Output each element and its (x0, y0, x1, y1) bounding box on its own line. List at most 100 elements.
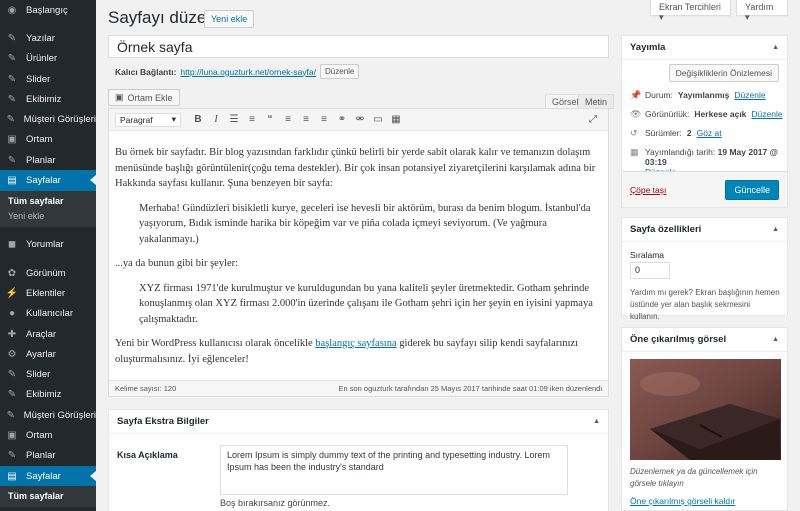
menu-pages-2[interactable]: ▤ Sayfalar (0, 465, 96, 487)
menu-plans-2[interactable]: ✎ Planlar (0, 446, 96, 466)
menu-dashboard[interactable]: ◉ Başlangıç (0, 0, 96, 20)
menu-label: Ortam (26, 429, 53, 441)
move-to-trash-link[interactable]: Çöpe taşı (630, 185, 666, 195)
tab-text[interactable]: Metin (578, 94, 615, 109)
short-desc-textarea[interactable]: Lorem Ipsum is simply dummy text of the … (220, 445, 568, 495)
box-header[interactable]: Sayfa Ekstra Bilgiler ▲ (109, 410, 608, 434)
menu-plugins[interactable]: ⚡ Eklentiler (0, 283, 96, 303)
menu-label: Ayarlar (26, 348, 56, 360)
menu-settings[interactable]: ⚙ Ayarlar (0, 344, 96, 364)
preview-changes-button[interactable]: Değişikliklerin Önizlemesi (668, 64, 779, 82)
pin-icon: ✎ (7, 32, 17, 44)
permalink-label: Kalıcı Bağlantı: (115, 66, 177, 77)
format-select[interactable]: Paragraf ▾ (115, 112, 181, 127)
status-edit-link[interactable]: Düzenle (734, 90, 765, 100)
pages-icon: ▤ (7, 175, 17, 187)
menu-slider-2[interactable]: ✎ Slider (0, 364, 96, 384)
history-icon: ↺ (630, 128, 638, 138)
collapse-icon[interactable]: ▲ (772, 336, 779, 343)
remove-featured-image-link[interactable]: Öne çıkarılmış görseli kaldır (630, 496, 735, 506)
content-blockquote: XYZ firması 1971'de kurulmuştur ve kurul… (139, 282, 593, 325)
content-paragraph: ...ya da bunun gibi bir şeyler: (115, 258, 239, 269)
plugins-icon: ⚡ (5, 287, 19, 299)
add-media-button[interactable]: ▣ Ortam Ekle (108, 89, 180, 106)
submenu-all-pages[interactable]: Tüm sayfalar (0, 194, 96, 209)
chevron-down-icon: ▾ (171, 114, 176, 124)
menu-users[interactable]: ● Kullanıcılar (0, 304, 96, 324)
menu-media[interactable]: ▣ Ortam (0, 130, 96, 150)
menu-pages[interactable]: ▤ Sayfalar (0, 170, 96, 191)
editor-status-bar: Kelime sayısı: 120 En son oguzturk taraf… (109, 380, 608, 396)
dashboard-link[interactable]: başlangıç sayfasına (315, 338, 396, 349)
date-text: Yayımlandığı tarih: 19 May 2017 @ 03:19 (645, 147, 787, 167)
blockquote-icon[interactable]: “ (261, 114, 279, 125)
permalink-link[interactable]: http://luna.oguzturk.net/ornek-sayfa/ (180, 67, 316, 77)
tools-icon: ✚ (7, 328, 17, 340)
content-paragraph: Yeni bir WordPress kullanıcısı olarak ön… (115, 336, 602, 367)
menu-team-2[interactable]: ✎ Ekibimiz (0, 385, 96, 405)
screen-options-tab[interactable]: Ekran Tercihleri ▾ (650, 0, 731, 22)
help-label: Yardım (745, 2, 774, 12)
box-title: Yayımla (630, 42, 666, 53)
order-input[interactable]: 0 (630, 262, 670, 279)
fullscreen-icon[interactable]: ⤢ (584, 114, 602, 125)
link-icon[interactable]: ⚭ (333, 114, 351, 125)
align-right-icon[interactable]: ≡ (315, 114, 333, 125)
italic-icon[interactable]: I (207, 114, 225, 125)
content-blockquote: Merhaba! Gündüzleri bisikletli kurye, ge… (139, 202, 591, 245)
submenu-add-new[interactable]: Yeni ekle (0, 209, 96, 224)
media-icon: ▣ (7, 429, 17, 441)
featured-image[interactable] (630, 359, 781, 460)
menu-label: Ekibimiz (26, 389, 62, 401)
visibility-edit-link[interactable]: Düzenle (751, 109, 782, 119)
submenu-all-pages-2[interactable]: Tüm sayfalar (0, 489, 96, 504)
help-tab[interactable]: Yardım ▾ (736, 0, 788, 22)
collapse-icon[interactable]: ▲ (593, 418, 600, 425)
box-header[interactable]: Sayfa özellikleri ▲ (622, 218, 787, 242)
menu-separator (0, 255, 96, 263)
read-more-icon[interactable]: ▭ (369, 114, 387, 125)
collapse-icon[interactable]: ▲ (772, 44, 779, 51)
pages-submenu: Tüm sayfalar Yeni ekle (0, 190, 96, 227)
align-center-icon[interactable]: ≡ (297, 114, 315, 125)
menu-label: Görünüm (26, 267, 66, 279)
menu-products[interactable]: ✎ Ürünler (0, 49, 96, 69)
menu-plans[interactable]: ✎ Planlar (0, 150, 96, 170)
menu-tools[interactable]: ✚ Araçlar (0, 324, 96, 344)
permalink-row: Kalıcı Bağlantı: http://luna.oguzturk.ne… (115, 64, 360, 79)
menu-label: Yorumlar (26, 239, 64, 251)
menu-label: Planlar (26, 450, 56, 462)
box-header[interactable]: Öne çıkarılmış görsel ▲ (622, 328, 787, 352)
menu-comments[interactable]: ◼ Yorumlar (0, 235, 96, 255)
settings-icon: ⚙ (7, 348, 17, 360)
revisions-row: ↺ Sürümler: 2 Göz at (630, 128, 722, 139)
menu-media-2[interactable]: ▣ Ortam (0, 425, 96, 445)
permalink-edit-button[interactable]: Düzenle (320, 64, 360, 79)
revisions-browse-link[interactable]: Göz at (697, 128, 722, 138)
menu-testimonials-2[interactable]: ✎ Müşteri Görüşleri (0, 405, 96, 425)
menu-team[interactable]: ✎ Ekibimiz (0, 89, 96, 109)
pin-icon: ✎ (7, 93, 17, 105)
menu-testimonials[interactable]: ✎ Müşteri Görüşleri (0, 109, 96, 129)
align-left-icon[interactable]: ≡ (279, 114, 297, 125)
menu-slider[interactable]: ✎ Slider (0, 69, 96, 89)
menu-appearance[interactable]: ✿ Görünüm (0, 263, 96, 283)
collapse-icon[interactable]: ▲ (772, 226, 779, 233)
bullet-list-icon[interactable]: ☰ (225, 114, 243, 125)
menu-posts[interactable]: ✎ Yazılar (0, 28, 96, 48)
extra-info-box: Sayfa Ekstra Bilgiler ▲ Kısa Açıklama Lor… (108, 409, 609, 511)
bold-icon[interactable]: B (189, 114, 207, 125)
add-new-button[interactable]: Yeni ekle (204, 10, 255, 28)
post-title-input[interactable]: Örnek sayfa (108, 35, 609, 58)
box-header[interactable]: Yayımla ▲ (622, 36, 787, 60)
content-paragraph: Bu örnek bir sayfadır. Bir blog yazısınd… (115, 147, 596, 189)
editor-content[interactable]: Bu örnek bir sayfadır. Bir blog yazısınd… (109, 131, 608, 367)
pin-icon: ✎ (7, 389, 17, 401)
toolbar-toggle-icon[interactable]: ▦ (387, 114, 405, 125)
unlink-icon[interactable]: ⚮ (351, 114, 369, 125)
numbered-list-icon[interactable]: ≡ (243, 114, 261, 125)
menu-separator (0, 20, 96, 28)
menu-separator (0, 227, 96, 235)
revisions-count: 2 (686, 128, 692, 138)
update-button[interactable]: Güncelle (725, 180, 779, 200)
